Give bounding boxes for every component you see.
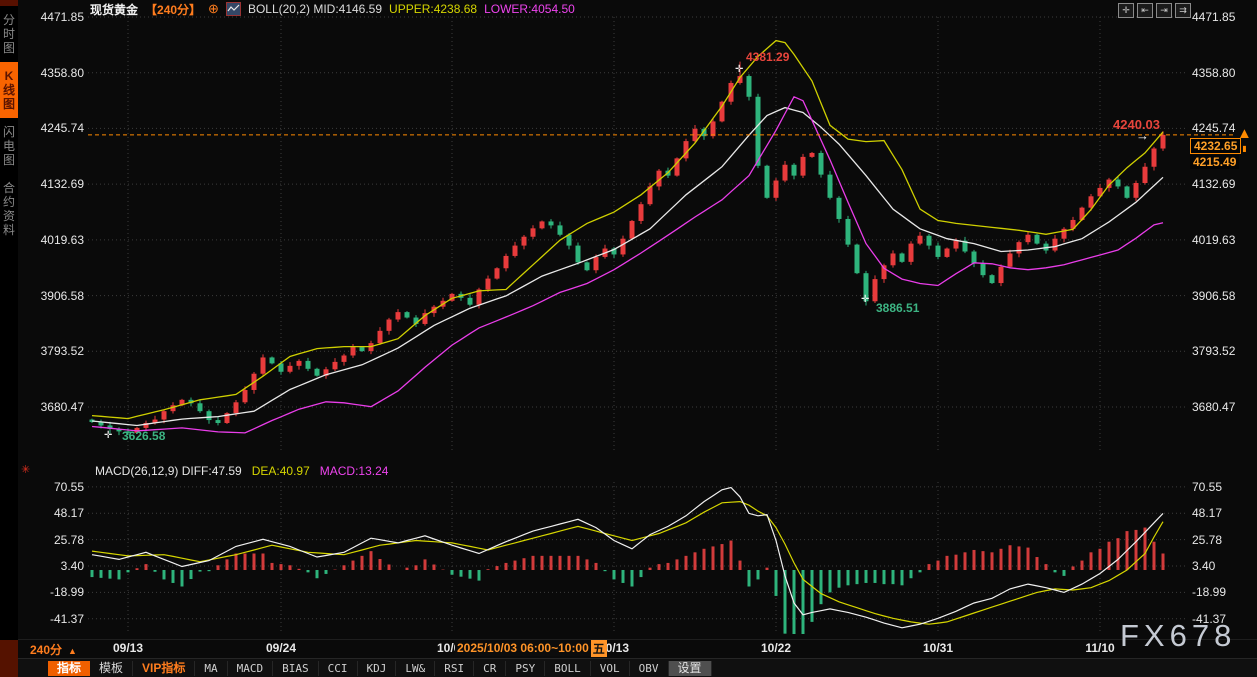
footer-tab-模板[interactable]: 模板 <box>90 661 134 676</box>
macd-axis-label-left: -18.99 <box>49 585 84 599</box>
time-axis-label: 09/13 <box>112 641 144 655</box>
macd-histogram <box>90 527 1165 634</box>
price-axis-label-right: 4471.85 <box>1192 10 1236 24</box>
footer-tab-PSY[interactable]: PSY <box>506 661 546 676</box>
price-axis-label-right: 3906.58 <box>1192 289 1236 303</box>
footer-tab-CR[interactable]: CR <box>474 661 507 676</box>
start-low-annotation: 3626.58 <box>122 429 166 443</box>
footer-tab-MACD[interactable]: MACD <box>228 661 274 676</box>
axis-zoom-in-icon[interactable]: ⇥ <box>1156 3 1172 18</box>
boll-mid-value: BOLL(20,2) MID:4146.59 <box>247 2 383 16</box>
candles-layer <box>89 61 1166 436</box>
left-sidebar: 分时图K线图闪电图合约资料 <box>0 0 18 677</box>
mini-chart-icon <box>225 2 241 16</box>
price-up-arrow-icon: ▲ ▮ <box>1237 125 1252 153</box>
macd-axis-label-left: 25.78 <box>53 533 84 547</box>
footer-tab-KDJ[interactable]: KDJ <box>358 661 397 676</box>
pan-right-icon[interactable]: ⇉ <box>1175 3 1191 18</box>
boll-lower-value: LOWER:4054.50 <box>484 2 575 16</box>
footer-tab-LW&[interactable]: LW& <box>396 661 436 676</box>
sidebar-tab-item[interactable]: 分时图 <box>0 6 18 62</box>
price-axis-label-right: 4132.69 <box>1192 177 1236 191</box>
macd-dea-value: DEA:40.97 <box>251 464 310 478</box>
footer-tab-BOLL[interactable]: BOLL <box>545 661 591 676</box>
period-label: 【240分】 <box>145 2 202 17</box>
price-axis-label-right: 3793.52 <box>1192 344 1236 358</box>
sidebar-tab-active[interactable]: K线图 <box>0 62 18 118</box>
tooltip-date-text: 2025/10/03 06:00~10:00 <box>457 641 589 655</box>
sidebar-top-block <box>0 0 18 6</box>
mid-low-marker-icon: ✛ <box>861 294 870 305</box>
macd-header: MACD(26,12,9) DIFF:47.59 DEA:40.97 MACD:… <box>95 464 388 478</box>
price-axis-label-right: 4358.80 <box>1192 66 1236 80</box>
macd-axis-label-right: 70.55 <box>1192 480 1223 494</box>
macd-axis-label-right: -18.99 <box>1192 585 1227 599</box>
macd-axis-label-right: 48.17 <box>1192 506 1223 520</box>
footer-tab-设置[interactable]: 设置 <box>668 661 712 676</box>
price-axis-label-left: 4132.69 <box>40 177 84 191</box>
peak-price-annotation: 4381.29 <box>746 50 790 64</box>
tooltip-weekday-badge: 五 <box>590 639 607 657</box>
kline-chart-app: 分时图K线图闪电图合约资料 现货黄金 【240分】 ⊕ BOLL(20,2) M… <box>0 0 1257 677</box>
period-dropdown-arrow: ▲ <box>68 646 77 656</box>
sidebar-bottom-block <box>0 640 18 677</box>
candlestick-macd-canvas[interactable] <box>0 0 1257 677</box>
macd-axis-label-left: 48.17 <box>53 506 84 520</box>
price-axis-label-left: 3906.58 <box>40 289 84 303</box>
axis-zoom-out-icon[interactable]: ⇤ <box>1137 3 1153 18</box>
mid-low-annotation: 3886.51 <box>876 301 920 315</box>
footer-tab-指标[interactable]: 指标 <box>48 661 91 676</box>
footer-tab-OBV[interactable]: OBV <box>630 661 669 676</box>
price-axis-label-left: 4358.80 <box>40 66 84 80</box>
macd-axis-label-right: 25.78 <box>1192 533 1223 547</box>
chart-toolbar: ✛ ⇤ ⇥ ⇉ <box>1118 3 1191 18</box>
price-axis-label-left: 4019.63 <box>40 233 84 247</box>
macd-hist-value: MACD:13.24 <box>319 464 389 478</box>
macd-axis-label-left: 3.40 <box>60 559 84 573</box>
start-low-marker-icon: ✛ <box>104 430 113 441</box>
crosshair-date-tooltip: 2025/10/03 06:00~10:00 五 <box>455 639 607 657</box>
footer-tab-MA[interactable]: MA <box>195 661 228 676</box>
current-price-box: 4232.65 <box>1190 138 1242 154</box>
boll-upper-value: UPPER:4238.68 <box>389 2 478 16</box>
footer-tab-BIAS[interactable]: BIAS <box>273 661 319 676</box>
peak-marker-icon: ✛ <box>735 64 744 75</box>
time-axis-label: 10/22 <box>760 641 792 655</box>
chart-header: 现货黄金 【240分】 ⊕ BOLL(20,2) MID:4146.59 UPP… <box>90 1 575 17</box>
time-axis-label: 11/10 <box>1085 641 1115 655</box>
time-axis-label: 10/31 <box>922 641 954 655</box>
footer-tab-VOL[interactable]: VOL <box>591 661 630 676</box>
footer-tab-CCI[interactable]: CCI <box>319 661 358 676</box>
price-axis-label-left: 3793.52 <box>40 344 84 358</box>
symbol-name: 现货黄金 <box>90 2 139 17</box>
price-axis-label-left: 3680.47 <box>40 400 84 414</box>
period-selector[interactable]: 240分 ▲ <box>30 641 77 658</box>
macd-axis-label-left: 70.55 <box>53 480 84 494</box>
footer-tab-VIP指标[interactable]: VIP指标 <box>133 661 196 676</box>
price-axis-label-left: 4245.74 <box>40 121 84 135</box>
price-axis-label-right: 3680.47 <box>1192 400 1236 414</box>
macd-diff-value: MACD(26,12,9) DIFF:47.59 <box>95 464 242 478</box>
footer-tab-RSI[interactable]: RSI <box>435 661 475 676</box>
crosshair-icon[interactable]: ✛ <box>1118 3 1134 18</box>
time-axis-label: 09/24 <box>265 641 297 655</box>
price-axis-label-left: 4471.85 <box>40 10 84 24</box>
sidebar-tab-item[interactable]: 合约资料 <box>0 174 18 244</box>
indicator-toolbar: 指标 模板 VIP指标 MA MACD BIAS CCI KDJ LW& RSI CR PSY BOLL… <box>18 658 1257 677</box>
price-axis-label-right: 4019.63 <box>1192 233 1236 247</box>
macd-axis-label-right: 3.40 <box>1192 559 1216 573</box>
macd-axis-label-left: -41.37 <box>49 612 84 626</box>
sidebar-tab-item[interactable]: 闪电图 <box>0 118 18 174</box>
indicator-settings-icon[interactable]: ✳ <box>21 463 30 476</box>
last-candle-pointer-icon: → <box>1136 128 1149 143</box>
add-indicator-icon[interactable]: ⊕ <box>208 1 219 17</box>
macd-axis-label-right: -41.37 <box>1192 612 1227 626</box>
boll-upper-line <box>91 39 1164 420</box>
secondary-price-box: 4215.49 <box>1190 155 1240 169</box>
